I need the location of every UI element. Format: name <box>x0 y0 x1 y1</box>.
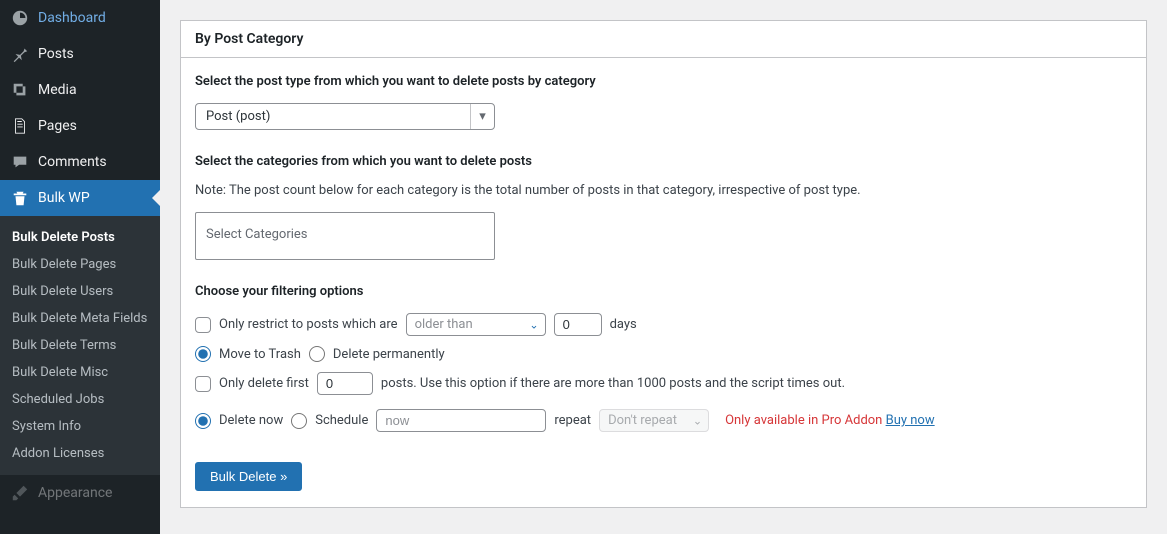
row-delete-mode: Move to Trash Delete permanently <box>195 346 1132 362</box>
only-first-label: Only delete first <box>219 376 309 391</box>
row-restrict-age: Only restrict to posts which are older t… <box>195 313 1132 336</box>
post-type-label: Select the post type from which you want… <box>195 74 1132 89</box>
row-only-first: Only delete first posts. Use this option… <box>195 372 1132 395</box>
submenu-bulk-delete-terms[interactable]: Bulk Delete Terms <box>0 332 160 359</box>
categories-label: Select the categories from which you wan… <box>195 154 1132 169</box>
only-first-checkbox[interactable] <box>195 376 211 392</box>
days-label: days <box>610 317 637 332</box>
sidebar-item-label: Appearance <box>38 485 112 501</box>
sidebar-item-label: Dashboard <box>38 10 106 26</box>
page-icon <box>10 116 30 136</box>
age-days-input[interactable] <box>554 313 602 336</box>
sidebar-item-appearance[interactable]: Appearance <box>0 475 160 511</box>
panel-title: By Post Category <box>181 21 1146 58</box>
schedule-time-input[interactable] <box>376 409 546 432</box>
pro-notice: Only available in Pro Addon Buy now <box>725 413 935 428</box>
age-comparator-select[interactable]: older than ⌄ <box>406 313 546 336</box>
sidebar-item-label: Comments <box>38 154 107 170</box>
sidebar-item-comments[interactable]: Comments <box>0 144 160 180</box>
delete-now-label: Delete now <box>219 413 283 428</box>
chevron-down-icon: ▾ <box>470 104 494 129</box>
dashboard-icon <box>10 8 30 28</box>
repeat-select[interactable]: Don't repeat ⌄ <box>599 409 709 432</box>
bulk-delete-button[interactable]: Bulk Delete » <box>195 462 302 491</box>
submenu-bulk-delete-misc[interactable]: Bulk Delete Misc <box>0 359 160 386</box>
repeat-value: Don't repeat <box>608 413 677 428</box>
submenu-system-info[interactable]: System Info <box>0 413 160 440</box>
submenu-bulk-delete-users[interactable]: Bulk Delete Users <box>0 278 160 305</box>
restrict-label: Only restrict to posts which are <box>219 317 398 332</box>
sidebar-submenu: Bulk Delete Posts Bulk Delete Pages Bulk… <box>0 216 160 475</box>
sidebar-item-pages[interactable]: Pages <box>0 108 160 144</box>
age-comparator-value: older than <box>415 317 473 332</box>
schedule-radio[interactable] <box>291 413 307 429</box>
sidebar-item-dashboard[interactable]: Dashboard <box>0 0 160 36</box>
sidebar-item-posts[interactable]: Posts <box>0 36 160 72</box>
delete-permanently-label: Delete permanently <box>333 347 445 362</box>
panel-body: Select the post type from which you want… <box>181 58 1146 507</box>
delete-now-radio[interactable] <box>195 413 211 429</box>
delete-permanently-radio[interactable] <box>309 346 325 362</box>
trash-icon <box>10 188 30 208</box>
restrict-checkbox[interactable] <box>195 317 211 333</box>
sidebar-item-label: Bulk WP <box>38 190 90 206</box>
filter-label: Choose your filtering options <box>195 284 1132 299</box>
sidebar-item-label: Media <box>38 82 77 98</box>
chevron-down-icon: ⌄ <box>693 414 702 427</box>
sidebar-item-label: Pages <box>38 118 77 134</box>
submenu-bulk-delete-meta[interactable]: Bulk Delete Meta Fields <box>0 305 160 332</box>
admin-sidebar: Dashboard Posts Media Pages Comments Bul… <box>0 0 160 534</box>
submenu-addon-licenses[interactable]: Addon Licenses <box>0 440 160 467</box>
row-schedule: Delete now Schedule repeat Don't repeat … <box>195 409 1132 432</box>
chevron-down-icon: ⌄ <box>529 318 538 331</box>
sidebar-item-label: Posts <box>38 46 74 62</box>
categories-note: Note: The post count below for each cate… <box>195 183 1132 198</box>
submenu-scheduled-jobs[interactable]: Scheduled Jobs <box>0 386 160 413</box>
sidebar-item-bulk-wp[interactable]: Bulk WP <box>0 180 160 216</box>
only-first-input[interactable] <box>317 372 373 395</box>
buy-now-link[interactable]: Buy now <box>886 413 935 428</box>
post-type-select[interactable]: Post (post) ▾ <box>195 103 495 130</box>
schedule-label: Schedule <box>315 413 368 428</box>
brush-icon <box>10 483 30 503</box>
media-icon <box>10 80 30 100</box>
submenu-bulk-delete-posts[interactable]: Bulk Delete Posts <box>0 224 160 251</box>
submenu-bulk-delete-pages[interactable]: Bulk Delete Pages <box>0 251 160 278</box>
categories-multiselect[interactable]: Select Categories <box>195 212 495 260</box>
repeat-label: repeat <box>554 413 591 428</box>
move-trash-radio[interactable] <box>195 346 211 362</box>
sidebar-item-media[interactable]: Media <box>0 72 160 108</box>
post-type-value: Post (post) <box>196 104 494 129</box>
comment-icon <box>10 152 30 172</box>
pin-icon <box>10 44 30 64</box>
main-content: By Post Category Select the post type fr… <box>160 0 1167 534</box>
move-trash-label: Move to Trash <box>219 347 301 362</box>
only-first-tail: posts. Use this option if there are more… <box>381 376 845 391</box>
panel-by-post-category: By Post Category Select the post type fr… <box>180 20 1147 508</box>
